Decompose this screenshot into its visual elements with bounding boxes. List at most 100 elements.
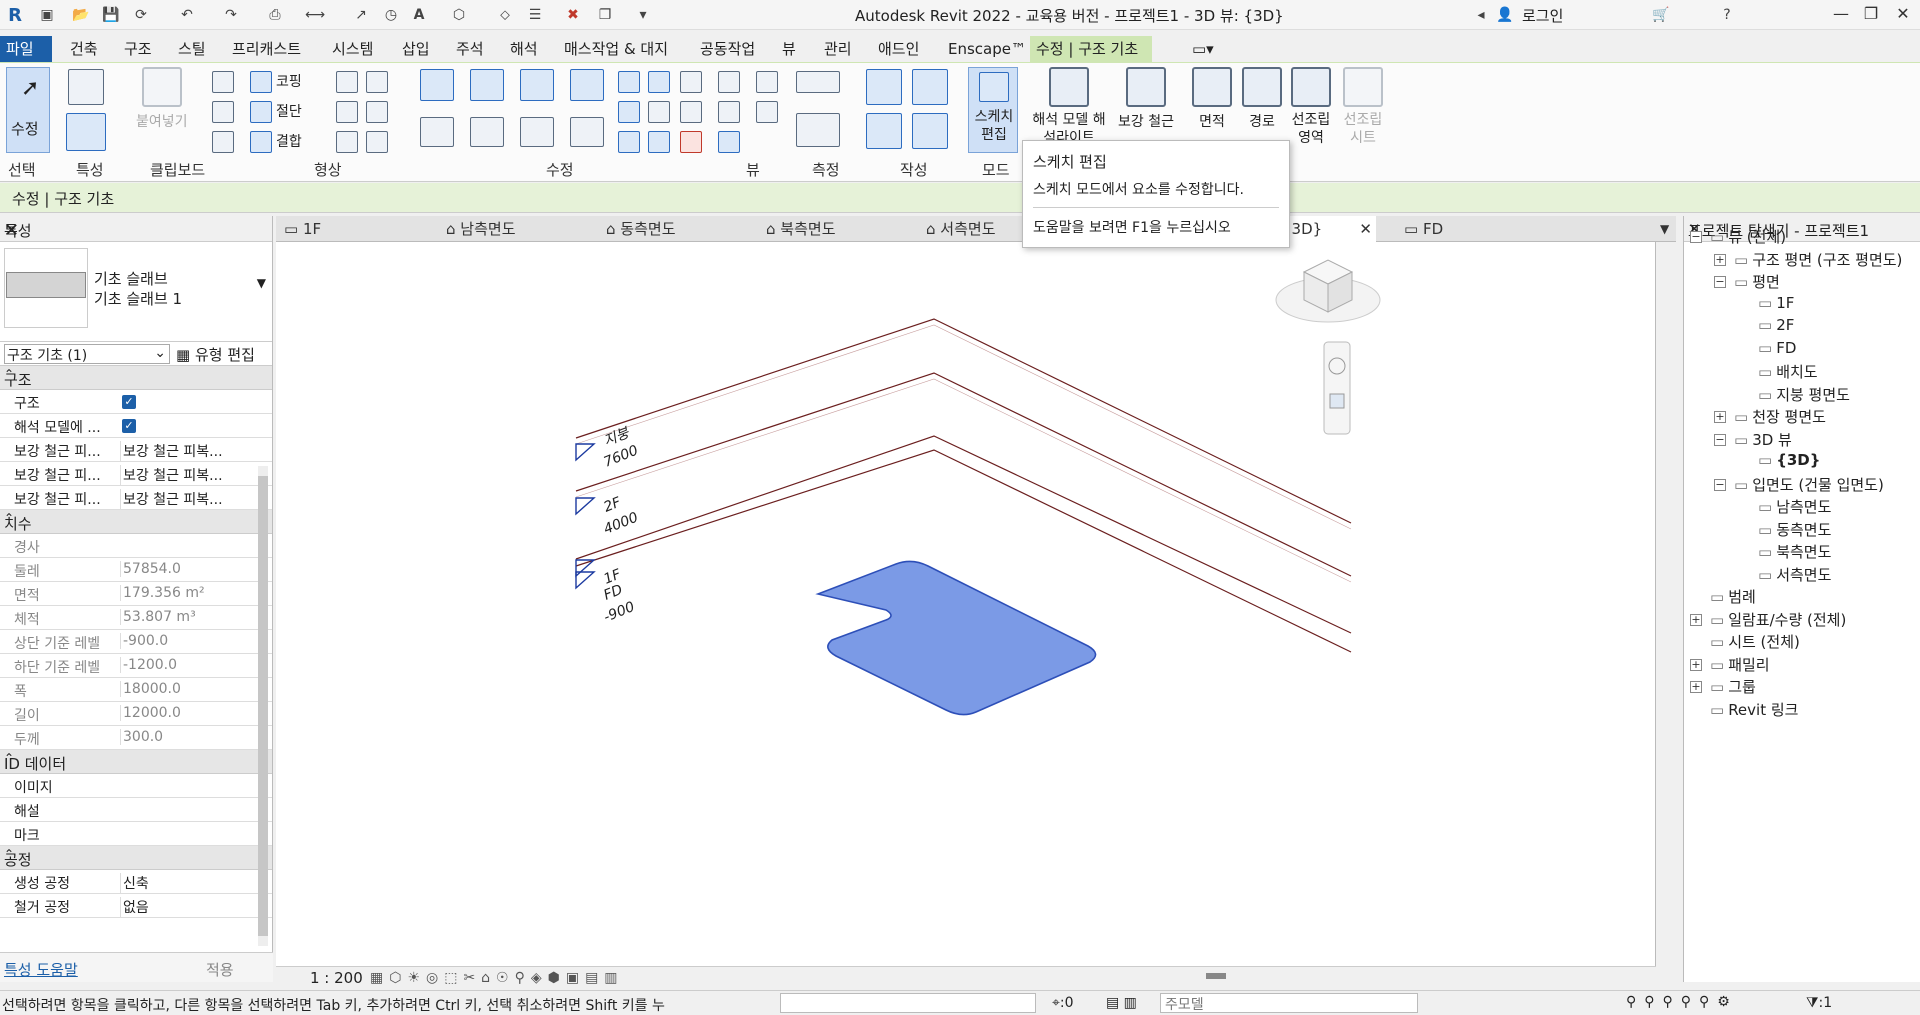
search-icon[interactable]: ◂ — [1470, 4, 1492, 26]
assembly-sheet-button[interactable]: 선조립 시트 — [1340, 67, 1386, 147]
tab-list-icon[interactable]: ▼ — [1660, 216, 1669, 242]
property-row[interactable]: 두께 300.0 — [0, 726, 272, 750]
cut-icon[interactable] — [212, 71, 234, 93]
unpin-icon[interactable] — [680, 71, 702, 93]
analytical-model-button[interactable]: 해석 모델 해석라이트 — [1032, 67, 1106, 147]
dimension-aligned-icon[interactable] — [796, 113, 840, 147]
tab-massing[interactable]: 매스작업 & 대지 — [558, 36, 674, 62]
property-row[interactable]: 상단 기준 레벨 -900.0 — [0, 630, 272, 654]
tab-architecture[interactable]: 건축 — [64, 36, 104, 62]
property-row[interactable]: 이미지 — [0, 774, 272, 798]
open-icon[interactable]: 📂 — [70, 4, 92, 26]
cope-icon[interactable] — [250, 71, 272, 93]
foundation-slab[interactable] — [815, 560, 1097, 716]
view-scale[interactable]: 1 : 200 — [310, 969, 363, 987]
tab-systems[interactable]: 시스템 — [326, 36, 379, 62]
dimension-icon[interactable]: ↗ — [350, 4, 372, 26]
level-head-roof-icon[interactable] — [575, 443, 596, 462]
tree-item[interactable]: ▭ {3D} — [1758, 451, 1820, 469]
tree-item[interactable]: ▭ 2F — [1758, 316, 1794, 334]
restore-button[interactable]: ❐ — [1856, 4, 1886, 26]
tab-enscape[interactable]: Enscape™ — [942, 36, 1032, 62]
tab-options-icon[interactable]: ▭▾ — [1186, 36, 1220, 62]
property-row[interactable]: 해설 — [0, 798, 272, 822]
split-gap-icon[interactable] — [648, 71, 670, 93]
pick-icon[interactable] — [336, 131, 358, 153]
tab-structure[interactable]: 구조 — [118, 36, 158, 62]
zoom-icon[interactable] — [1329, 393, 1345, 409]
area-button[interactable]: 면적 — [1192, 67, 1232, 131]
view-tab-south[interactable]: ⌂ 남측면도 — [446, 216, 516, 242]
redo-icon[interactable]: ↷ — [220, 4, 242, 26]
property-value[interactable]: 53.807 m³ — [120, 609, 236, 625]
collapse-icon[interactable]: ⌃ — [4, 367, 248, 381]
expand-icon[interactable]: + — [1714, 253, 1726, 266]
tree-item[interactable]: ▭ 구조 평면 (구조 평면도) — [1734, 249, 1902, 270]
tag-icon[interactable]: ◷ — [380, 4, 402, 26]
selection-toggle-icons[interactable]: ⚲⚲⚲⚲⚲⚙ — [1626, 994, 1738, 1010]
tree-item[interactable]: ▭ 그룹 — [1710, 676, 1756, 697]
chevron-down-icon[interactable]: ▼ — [257, 276, 266, 290]
hide-icon[interactable] — [718, 71, 740, 93]
trim-extend-icon[interactable] — [570, 117, 604, 147]
linework-icon[interactable] — [718, 101, 740, 123]
revit-logo-icon[interactable]: R — [4, 4, 26, 26]
filter-icon[interactable] — [756, 101, 778, 123]
property-value[interactable]: 보강 철근 피복... — [120, 465, 236, 485]
collapse-icon[interactable]: − — [1714, 276, 1726, 288]
edit-sketch-button[interactable]: 스케치 편집 — [968, 67, 1018, 153]
collapse-icon[interactable]: − — [1714, 433, 1726, 446]
pin-icon[interactable] — [680, 101, 702, 123]
create-similar-icon[interactable] — [912, 113, 948, 149]
tree-item[interactable]: ▭ 패밀리 — [1710, 654, 1770, 675]
property-group[interactable]: 구조 ⌃ — [0, 366, 272, 390]
collapse-icon[interactable]: − — [1690, 231, 1702, 243]
property-row[interactable]: 생성 공정 신축 — [0, 870, 272, 894]
tree-item[interactable]: ▭ Revit 링크 — [1710, 699, 1798, 720]
switch-windows-icon[interactable]: ❐ — [594, 4, 616, 26]
rebar-button[interactable]: 보강 철근 — [1118, 67, 1174, 131]
property-value[interactable]: 179.356 m² — [120, 585, 236, 601]
viewcube[interactable] — [1275, 259, 1381, 323]
print-icon[interactable]: ⎙ — [264, 4, 286, 26]
tab-analyze[interactable]: 해석 — [504, 36, 544, 62]
copy-element-icon[interactable] — [470, 117, 504, 147]
tab-steel[interactable]: 스틸 — [172, 36, 212, 62]
view-tab-3d[interactable]: {3D} ✕ — [1276, 216, 1376, 242]
property-row[interactable]: 경사 — [0, 534, 272, 558]
rotate-icon[interactable] — [520, 117, 554, 147]
align-icon[interactable] — [420, 69, 454, 101]
save-icon[interactable]: 💾 — [100, 4, 122, 26]
minimize-button[interactable]: — — [1826, 4, 1856, 26]
tree-item[interactable]: ▭ 일람표/수량 (전체) — [1710, 609, 1846, 630]
property-row[interactable]: 폭 18000.0 — [0, 678, 272, 702]
join-icon[interactable] — [250, 131, 272, 153]
expand-icon[interactable]: + — [1690, 613, 1702, 626]
override-graphics-icon[interactable] — [756, 71, 778, 93]
tree-item[interactable]: ▭ 입면도 (건물 입면도) — [1734, 474, 1884, 495]
tab-insert[interactable]: 삽입 — [396, 36, 436, 62]
3d-view-graphics[interactable]: 지붕 7600 2F 4000 1F FD -900 — [276, 242, 1656, 968]
tree-item[interactable]: ▭ 뷰 (전체) — [1710, 226, 1786, 247]
property-row[interactable]: 철거 공정 없음 — [0, 894, 272, 918]
delete-icon[interactable] — [680, 131, 702, 153]
workset-field[interactable] — [780, 993, 1036, 1013]
checkbox[interactable]: ✓ — [122, 419, 136, 433]
wall-joins-icon[interactable] — [336, 71, 358, 93]
properties-help-link[interactable]: 특성 도움말 — [4, 959, 78, 980]
apply-button[interactable]: 적용 — [206, 959, 234, 980]
home-icon[interactable]: ▣ — [36, 4, 58, 26]
property-group[interactable]: 공정 ⌃ — [0, 846, 272, 870]
property-value[interactable]: 보강 철근 피복... — [120, 489, 236, 509]
tree-item[interactable]: ▭ 북측면도 — [1758, 541, 1831, 562]
create-assembly-icon[interactable] — [866, 69, 902, 105]
split-face-icon[interactable] — [366, 71, 388, 93]
level-line-2f[interactable] — [575, 372, 1352, 577]
tree-item[interactable]: ▭ 천장 평면도 — [1734, 406, 1826, 427]
demolish-icon[interactable] — [366, 101, 388, 123]
trim-multiple-icon[interactable] — [648, 131, 670, 153]
collapse-icon[interactable]: ⌃ — [4, 751, 248, 765]
property-value[interactable]: 없음 — [120, 897, 236, 917]
property-row[interactable]: 둘레 57854.0 — [0, 558, 272, 582]
path-button[interactable]: 경로 — [1242, 67, 1282, 131]
